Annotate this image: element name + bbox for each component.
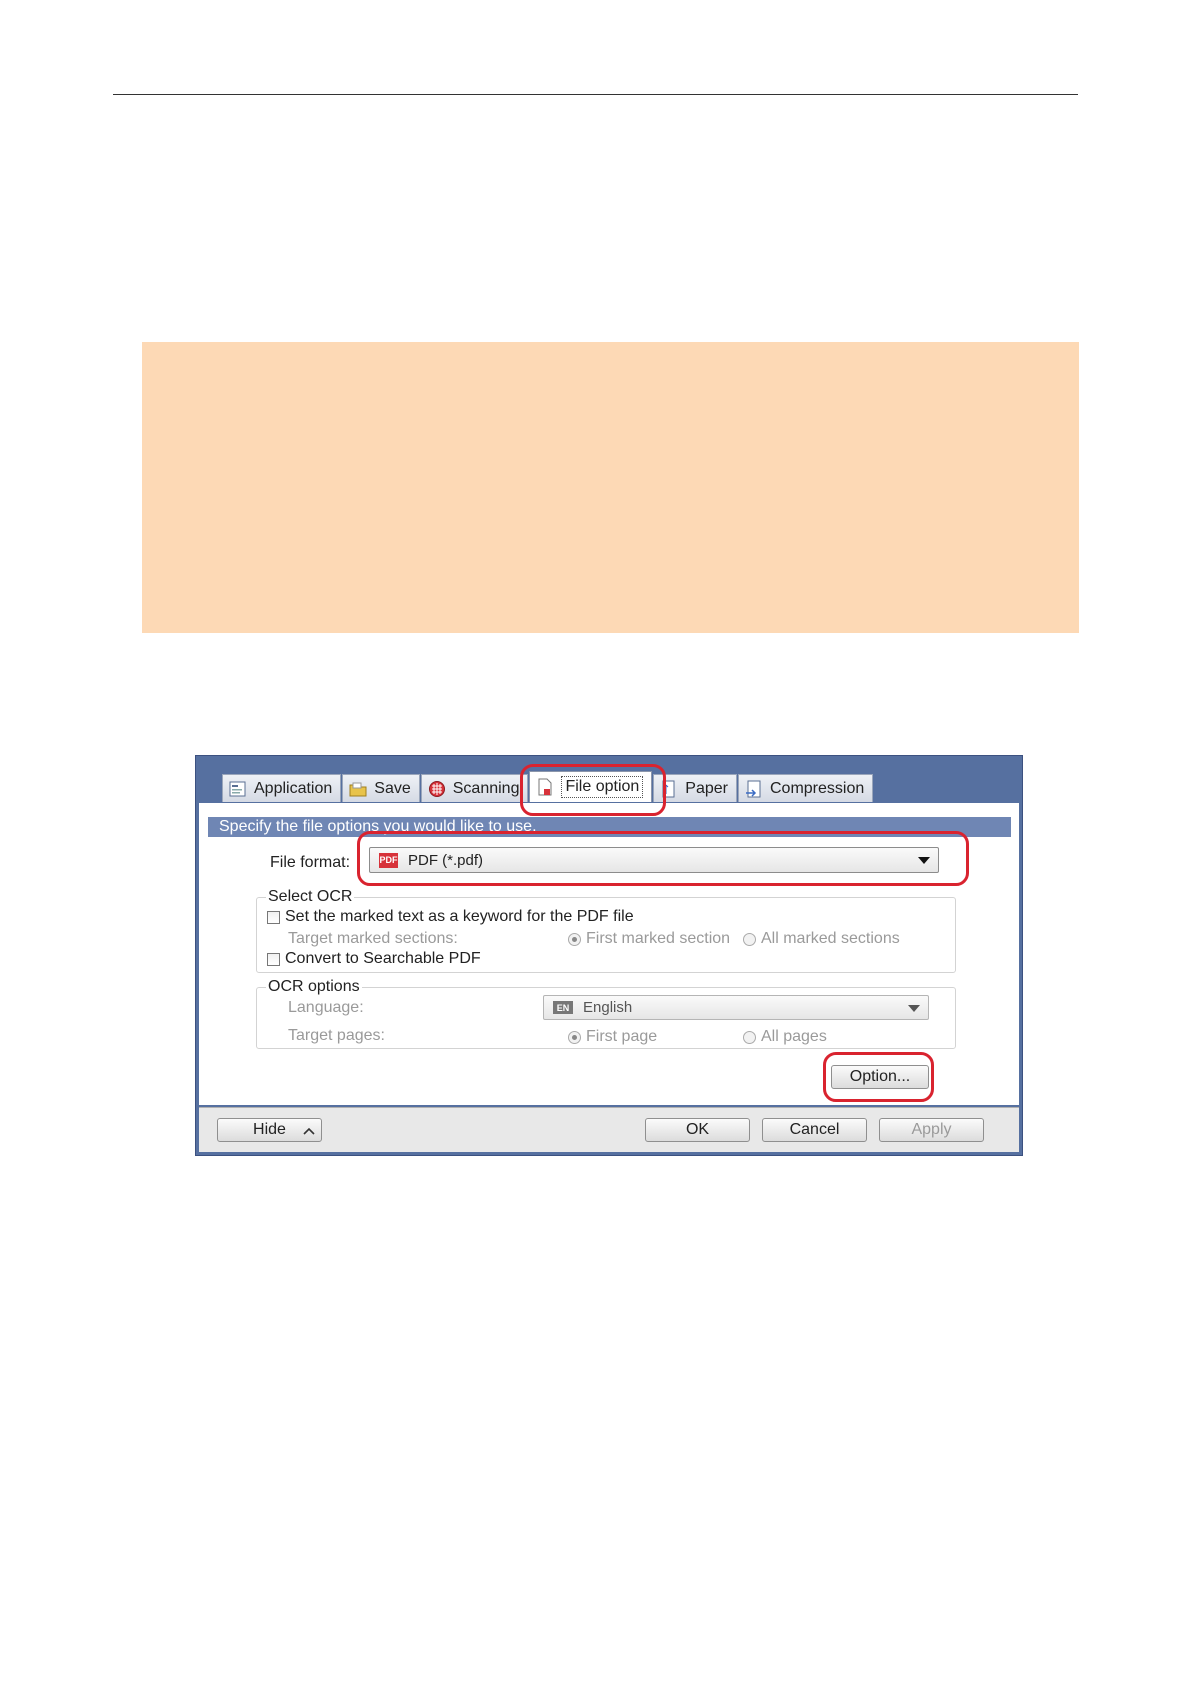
file-format-dropdown[interactable]: PDF PDF (*.pdf) [369,847,939,873]
application-icon [229,781,246,796]
language-value: English [583,999,633,1016]
option-button[interactable]: Option... [831,1065,929,1089]
tab-application-label: Application [254,779,333,797]
scan-settings-dialog: Application Save Scanning File option Pa… [195,755,1023,1156]
file-option-icon [538,778,552,796]
apply-button[interactable]: Apply [879,1118,984,1142]
chevron-down-icon [918,857,930,864]
all-marked-sections-label: All marked sections [761,930,900,947]
file-format-label: File format: [270,854,351,871]
keyword-checkbox-label: Set the marked text as a keyword for the… [285,908,634,925]
first-marked-section-radio[interactable] [568,933,581,946]
tab-compression[interactable]: Compression [738,774,874,802]
tab-scanning[interactable]: Scanning [420,774,529,802]
tab-application[interactable]: Application [222,774,342,802]
ocr-options-title: OCR options [266,978,362,996]
dialog-footer: Hide OK Cancel Apply [199,1107,1019,1152]
chevron-up-icon [303,1127,315,1135]
language-label: Language: [288,999,364,1016]
target-pages-label: Target pages: [288,1027,385,1044]
tab-paper-label: Paper [685,779,728,797]
select-ocr-title: Select OCR [266,888,355,906]
target-marked-sections-label: Target marked sections: [288,930,458,947]
tab-file-option-label: File option [561,776,644,798]
ocr-options-group: OCR options Language: EN English Target … [256,978,956,1049]
first-marked-section-label: First marked section [586,930,731,947]
first-page-label: First page [586,1028,658,1045]
folder-icon [349,782,367,796]
tab-bar: Application Save Scanning File option Pa… [222,771,874,804]
searchable-pdf-checkbox[interactable] [267,953,280,966]
all-marked-sections-radio[interactable] [743,933,756,946]
scanning-icon [428,780,445,797]
paper-icon [662,780,675,797]
ok-button[interactable]: OK [645,1118,750,1142]
all-pages-radio[interactable] [743,1031,756,1044]
tab-scanning-label: Scanning [452,779,520,797]
tab-compression-label: Compression [770,779,865,797]
tab-save[interactable]: Save [342,774,420,802]
language-flag-icon: EN [553,1001,573,1014]
keyword-checkbox[interactable] [267,911,280,924]
select-ocr-group: Select OCR Set the marked text as a keyw… [256,888,956,973]
compression-icon [746,780,761,797]
language-dropdown[interactable]: EN English [543,995,929,1020]
first-page-radio[interactable] [568,1031,581,1044]
file-option-panel: Specify the file options you would like … [199,803,1019,1105]
tab-save-label: Save [374,779,411,797]
chevron-down-icon [908,1004,920,1012]
pdf-icon: PDF [379,852,398,868]
hide-button-label: Hide [253,1121,286,1138]
note-box [142,342,1079,633]
hide-button[interactable]: Hide [217,1118,322,1142]
all-pages-label: All pages [761,1028,827,1045]
header-rule [113,94,1078,95]
file-format-value: PDF (*.pdf) [408,851,484,869]
searchable-pdf-label: Convert to Searchable PDF [285,950,481,967]
instruction-banner: Specify the file options you would like … [208,817,1011,837]
cancel-button[interactable]: Cancel [762,1118,867,1142]
tab-file-option[interactable]: File option [529,771,653,802]
tab-paper[interactable]: Paper [653,774,737,802]
